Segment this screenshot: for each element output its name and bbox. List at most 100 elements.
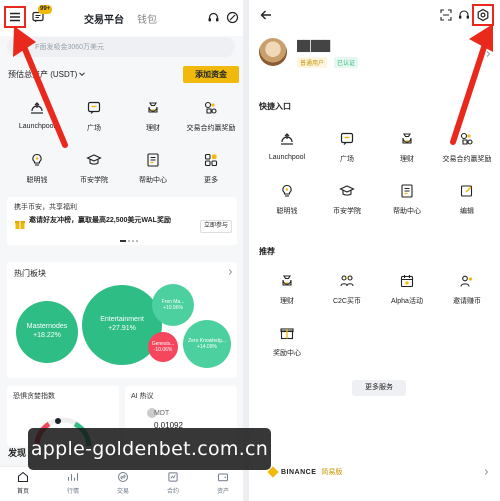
annotation-arrow <box>13 26 68 148</box>
tab-label: 行情 <box>66 489 79 495</box>
square-icon <box>339 131 355 147</box>
recommended-item-label: 理财 <box>280 298 294 305</box>
shortcut-item[interactable]: 交易合约赢奖励 <box>181 100 241 133</box>
tab-home[interactable]: 首页 <box>8 471 38 495</box>
shortcut-item[interactable]: 帮助中心 <box>123 152 183 185</box>
earn-icon <box>145 100 161 116</box>
quick-entry-item[interactable]: 编辑 <box>437 183 497 216</box>
calendar-icon <box>399 273 415 289</box>
recommended-item[interactable]: 理财 <box>257 273 317 306</box>
shortcut-item-label: 交易合约赢奖励 <box>186 125 236 132</box>
avatar[interactable] <box>259 38 287 66</box>
gift-icon <box>14 218 26 230</box>
recommended-title: 推荐 <box>259 247 275 256</box>
tab-assets[interactable]: 资产 <box>208 471 238 495</box>
more-services-label: 更多服务 <box>365 384 393 391</box>
shortcut-item[interactable]: 聪明钱 <box>7 152 67 185</box>
quick-entry-item[interactable]: 广场 <box>317 131 377 164</box>
sector-bubble-fren-ma[interactable]: Fren Ma... +10.96% <box>152 284 194 326</box>
quick-entry-item-label: 帮助中心 <box>393 208 421 215</box>
recommended-item[interactable]: C2C买币 <box>317 273 377 306</box>
sector-change: +18.22% <box>33 332 61 339</box>
chevron-down-icon[interactable] <box>78 70 86 78</box>
promo-card[interactable]: 携手币安，共享福利 邀请好友冲榜，赢取最高22,500美元WAL奖励 立即参与 <box>7 197 237 245</box>
quick-entry-item[interactable]: 币安学院 <box>317 183 377 216</box>
back-arrow-icon[interactable] <box>259 8 273 22</box>
profile-screen: ██ ███ 普通用户 已认证 快捷入口 Launchpool 广场 理财 交易合约赢… <box>249 0 500 501</box>
recommended-item[interactable]: Alpha活动 <box>377 273 437 306</box>
annotation-arrow <box>450 24 493 145</box>
shortcut-item[interactable]: 更多 <box>181 152 241 185</box>
promo-cta-button[interactable]: 立即参与 <box>200 220 232 233</box>
reward-center-icon <box>279 325 295 341</box>
tag-normal-user: 普通用户 <box>297 57 328 68</box>
trade-icon <box>117 471 129 483</box>
footer-brand-name: BINANCE <box>281 468 317 476</box>
quick-entry-item-label: 聪明钱 <box>276 208 298 215</box>
rewards-icon <box>203 100 219 116</box>
promo-text: 邀请好友冲榜，赢取最高22,500美元WAL奖励 <box>29 217 171 224</box>
ai-hot-title: AI 热议 <box>131 393 154 400</box>
discover-label: 发现 <box>8 448 27 458</box>
sector-bubble-zero-knowledge[interactable]: Zero Knowledg... +14.09% <box>183 320 231 368</box>
tab-label: 资产 <box>216 489 229 495</box>
quick-entry-title: 快捷入口 <box>259 102 291 111</box>
invite-icon <box>459 273 475 289</box>
quick-entry-item-label: 交易合约赢奖励 <box>442 156 492 163</box>
tab-futures[interactable]: 合约 <box>158 471 188 495</box>
headset-icon[interactable] <box>207 11 220 24</box>
shortcut-item[interactable]: 币安学院 <box>64 152 124 185</box>
recommended-item[interactable]: 邀请赚币 <box>437 273 497 306</box>
home-screen: 99+ 交易平台 钱包 MS F面发吸金3060万美元 预估总资产 (USDT)… <box>0 0 243 501</box>
tab-trade[interactable]: 交易 <box>108 471 138 495</box>
help-icon <box>399 183 415 199</box>
sector-bubble-genesis[interactable]: Genesis... -10.06% <box>148 332 178 362</box>
shortcut-item-label: 币安学院 <box>80 177 108 184</box>
chevron-right-icon[interactable] <box>482 468 490 476</box>
square-icon <box>86 100 102 116</box>
tab-label: 交易 <box>116 489 129 495</box>
quick-entry-item[interactable]: 帮助中心 <box>377 183 437 216</box>
tab-markets[interactable]: 行情 <box>58 471 88 495</box>
futures-icon <box>167 471 179 483</box>
tab-wallet[interactable]: 钱包 <box>137 11 157 26</box>
binance-logo-icon[interactable] <box>226 11 239 24</box>
watermark-text: apple-goldenbet.com.cn <box>30 438 269 460</box>
chevron-right-icon[interactable] <box>226 268 234 276</box>
more-services-button[interactable]: 更多服务 <box>352 380 406 396</box>
footer-edition[interactable]: 简易版 <box>321 467 342 477</box>
sector-bubble-masternodes[interactable]: Masternodes +18.22% <box>16 301 78 363</box>
add-funds-button[interactable]: 添加资金 <box>183 66 239 83</box>
profile-name: ██ ███ <box>297 41 330 52</box>
tab-label: 首页 <box>16 489 29 495</box>
recommended-item[interactable]: 奖励中心 <box>257 325 317 358</box>
quick-entry-item[interactable]: Launchpool <box>257 131 317 161</box>
tab-label: 合约 <box>166 489 179 495</box>
notification-badge: 99+ <box>38 5 53 14</box>
quick-entry-item[interactable]: 理财 <box>377 131 437 164</box>
quick-entry-item-label: Launchpool <box>268 154 306 161</box>
sector-change: +10.96% <box>163 305 183 311</box>
hot-sectors-card[interactable]: 热门板块 Masternodes +18.22% Entertainment +… <box>7 262 237 378</box>
assets-icon <box>217 471 229 483</box>
add-funds-label: 添加资金 <box>195 70 227 79</box>
shortcut-item[interactable]: 广场 <box>64 100 124 133</box>
scan-icon[interactable] <box>440 9 452 21</box>
sector-change: +27.91% <box>108 325 136 332</box>
more-icon <box>203 152 219 168</box>
shortcut-item[interactable]: 理财 <box>123 100 183 133</box>
sector-change: -10.06% <box>153 347 173 353</box>
launchpool-icon <box>279 131 295 147</box>
promo-cta-label: 立即参与 <box>203 223 228 229</box>
hot-sectors-title: 热门板块 <box>14 269 46 278</box>
tab-exchange[interactable]: 交易平台 <box>84 11 124 26</box>
sector-name: Masternodes <box>26 323 68 331</box>
recommended-item-label: C2C买币 <box>332 298 361 305</box>
headset-icon[interactable] <box>458 9 470 21</box>
footer-brand: BINANCE 简易版 <box>267 466 342 478</box>
quick-entry-item[interactable]: 聪明钱 <box>257 183 317 216</box>
academy-icon <box>86 152 102 168</box>
edit-icon <box>459 183 475 199</box>
shortcut-item-label: 帮助中心 <box>139 177 167 184</box>
earn-icon <box>279 273 295 289</box>
